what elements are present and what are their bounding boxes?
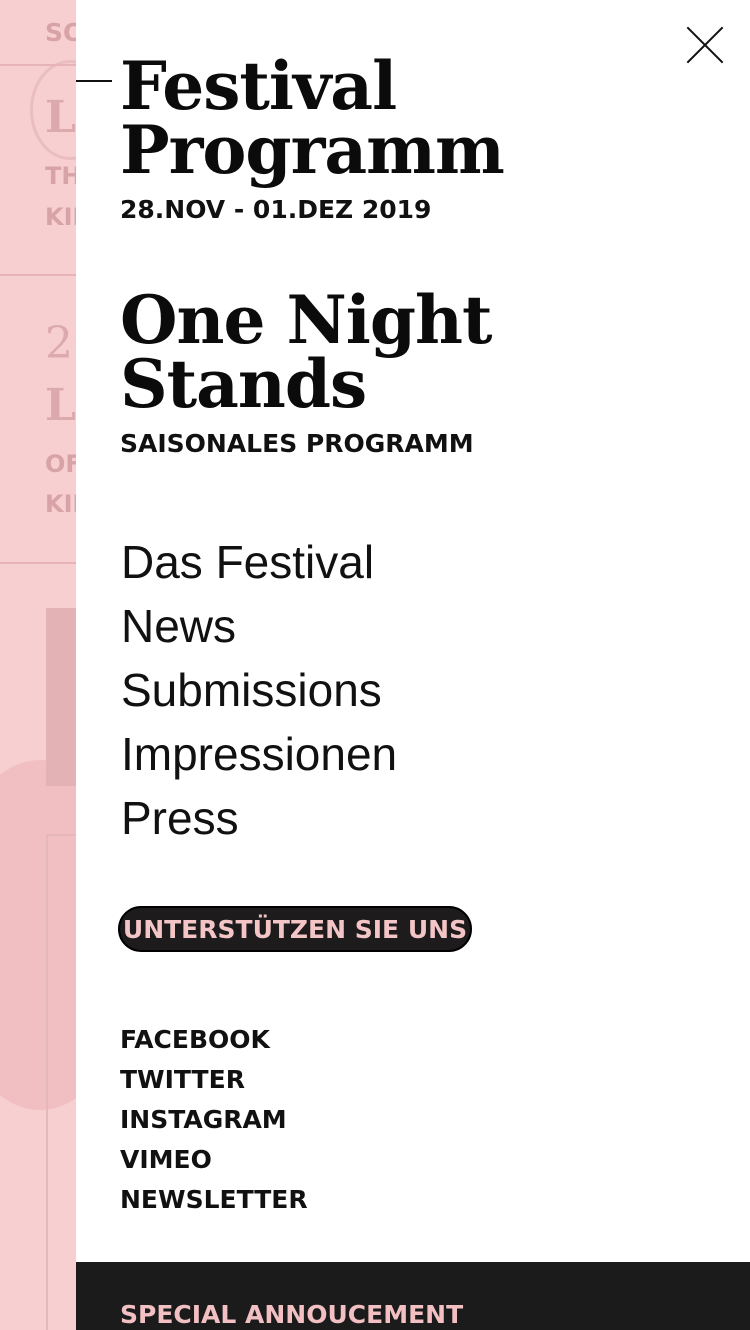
one-night-subtitle: SAISONALES PROGRAMM	[120, 429, 474, 458]
social-link-vimeo[interactable]: VIMEO	[120, 1140, 308, 1180]
special-announcement-bar[interactable]: SPECIAL ANNOUCEMENT	[76, 1262, 750, 1330]
support-button[interactable]: UNTERSTÜTZEN SIE UNS	[118, 906, 472, 952]
main-nav: Das Festival News Submissions Impression…	[121, 530, 397, 850]
nav-item-news[interactable]: News	[121, 594, 397, 658]
nav-item-das-festival[interactable]: Das Festival	[121, 530, 397, 594]
nav-item-submissions[interactable]: Submissions	[121, 658, 397, 722]
social-links: FACEBOOK TWITTER INSTAGRAM VIMEO NEWSLET…	[120, 1020, 308, 1220]
nav-item-press[interactable]: Press	[121, 786, 397, 850]
social-link-twitter[interactable]: TWITTER	[120, 1060, 308, 1100]
social-link-instagram[interactable]: INSTAGRAM	[120, 1100, 308, 1140]
social-link-newsletter[interactable]: NEWSLETTER	[120, 1180, 308, 1220]
festival-programm-link[interactable]: Festival Programm	[120, 47, 505, 189]
one-night-title-line1: One Night	[120, 281, 492, 359]
festival-title-line1: Festival	[120, 47, 397, 125]
active-indicator	[76, 80, 112, 82]
one-night-title-line2: Stands	[120, 345, 367, 423]
festival-title-line2: Programm	[120, 111, 505, 189]
close-icon[interactable]	[686, 26, 724, 64]
one-night-stands-link[interactable]: One Night Stands	[120, 281, 492, 423]
nav-item-impressionen[interactable]: Impressionen	[121, 722, 397, 786]
festival-dates: 28.NOV - 01.DEZ 2019	[120, 195, 432, 224]
special-announcement-label: SPECIAL ANNOUCEMENT	[120, 1300, 464, 1329]
social-link-facebook[interactable]: FACEBOOK	[120, 1020, 308, 1060]
